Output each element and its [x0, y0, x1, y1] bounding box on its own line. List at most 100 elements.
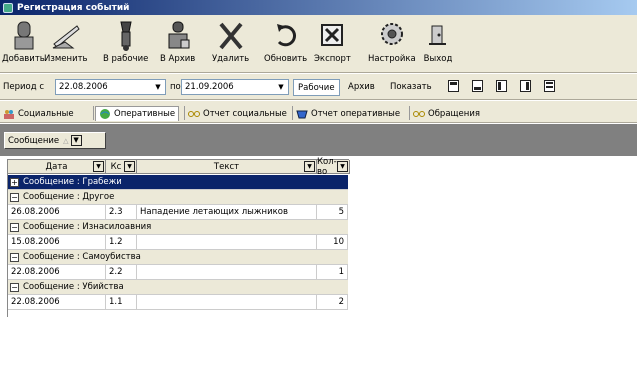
delete-icon	[216, 19, 246, 53]
chevron-down-icon[interactable]: ▼	[124, 161, 135, 172]
cell-ks: 2.2	[106, 265, 137, 280]
to-work-label: В рабочие	[103, 54, 149, 64]
cell-text	[137, 235, 317, 250]
group-row-murder[interactable]: − Сообщение : Убийства	[8, 280, 348, 295]
shield-icon	[296, 109, 308, 119]
people-icon	[3, 109, 15, 119]
cell-date: 26.08.2006	[8, 205, 106, 220]
archive-button[interactable]: В Архив	[160, 19, 195, 64]
column-header-text[interactable]: Текст ▼	[137, 160, 317, 174]
chevron-down-icon[interactable]: ▼	[337, 161, 348, 172]
expand-icon[interactable]: +	[10, 177, 19, 187]
chevron-down-icon[interactable]: ▼	[152, 81, 164, 93]
tab-social-report-label: Отчет социальные	[203, 108, 287, 119]
cell-ks: 1.1	[106, 295, 137, 310]
cell-text: Нападение летающих лыжников	[137, 205, 317, 220]
working-filter-button[interactable]: Рабочие	[293, 79, 340, 96]
tab-social-report[interactable]: Отчет социальные	[188, 106, 287, 121]
group-row-other[interactable]: − Сообщение : Другое	[8, 190, 348, 205]
exit-button[interactable]: Выход	[423, 19, 453, 64]
period-from-date[interactable]: 22.08.2006 ▼	[55, 79, 166, 95]
export-label: Экспорт	[314, 54, 351, 64]
window-titlebar: Регистрация событий	[0, 0, 637, 15]
chevron-down-icon[interactable]: ▼	[70, 135, 82, 146]
tab-appeals[interactable]: Обращения	[413, 106, 480, 121]
collapse-icon[interactable]: −	[10, 222, 19, 232]
archive-icon	[163, 19, 193, 53]
globe-icon	[99, 109, 111, 119]
layout-top-icon[interactable]	[448, 80, 459, 92]
cell-ks: 1.2	[106, 235, 137, 250]
layout-right-icon[interactable]	[520, 80, 531, 92]
refresh-label: Обновить	[264, 54, 308, 64]
app-icon	[3, 2, 13, 13]
events-grid: Дата ▼ Кс ▼ Текст ▼ Кол-во ▼ + Сообщение…	[7, 157, 350, 317]
edit-button[interactable]: Изменить	[44, 19, 88, 64]
show-label: Показать	[390, 82, 432, 92]
layout-full-icon[interactable]	[544, 80, 555, 92]
group-row-robbery[interactable]: + Сообщение : Грабежи	[8, 175, 348, 190]
collapse-icon[interactable]: −	[10, 252, 19, 262]
column-header-date-label: Дата	[45, 161, 68, 172]
layout-bottom-icon[interactable]	[472, 80, 483, 92]
add-button[interactable]: Добавить	[2, 19, 45, 64]
table-row[interactable]: 22.08.2006 2.2 1	[8, 265, 348, 280]
layout-left-icon[interactable]	[496, 80, 507, 92]
sort-ascending-icon: △	[63, 136, 69, 145]
tab-social[interactable]: Социальные	[3, 106, 74, 121]
column-header-date[interactable]: Дата ▼	[8, 160, 106, 174]
cell-date: 22.08.2006	[8, 295, 106, 310]
cell-ks: 2.3	[106, 205, 137, 220]
refresh-button[interactable]: Обновить	[264, 19, 307, 64]
group-row-label: Сообщение : Самоубиства	[23, 252, 141, 262]
tab-divider	[93, 106, 94, 120]
table-row[interactable]: 26.08.2006 2.3 Нападение летающих лыжник…	[8, 205, 348, 220]
table-row[interactable]: 15.08.2006 1.2 10	[8, 235, 348, 250]
settings-button[interactable]: Настройка	[368, 19, 416, 64]
group-row-suicide[interactable]: − Сообщение : Самоубиства	[8, 250, 348, 265]
collapse-icon[interactable]: −	[10, 282, 19, 292]
group-row-rape[interactable]: − Сообщение : Изнасилоавния	[8, 220, 348, 235]
settings-icon	[377, 19, 407, 53]
delete-label: Удалить	[212, 54, 250, 64]
chevron-down-icon[interactable]: ▼	[275, 81, 287, 93]
export-button[interactable]: Экспорт	[314, 19, 351, 64]
group-by-field: Сообщение	[8, 135, 60, 146]
collapse-icon[interactable]: −	[10, 192, 19, 202]
export-icon	[317, 19, 347, 53]
archive-label: В Архив	[160, 54, 196, 64]
window-title: Регистрация событий	[17, 2, 130, 13]
tab-operational-label: Оперативные	[114, 109, 176, 119]
cell-count: 5	[317, 205, 348, 220]
cell-text	[137, 265, 317, 280]
archive-filter-button[interactable]: Архив	[344, 79, 379, 96]
column-header-ks-label: Кс	[110, 161, 122, 172]
delete-button[interactable]: Удалить	[212, 19, 249, 64]
period-to-date[interactable]: 21.09.2006 ▼	[181, 79, 289, 95]
tab-operational-report[interactable]: Отчет оперативные	[296, 106, 400, 121]
cell-count: 10	[317, 235, 348, 250]
table-row[interactable]: 22.08.2006 1.1 2	[8, 295, 348, 310]
edit-icon	[51, 19, 81, 53]
tab-social-label: Социальные	[18, 108, 74, 119]
to-work-button[interactable]: В рабочие	[103, 19, 148, 64]
edit-label: Изменить	[44, 54, 88, 64]
chevron-down-icon[interactable]: ▼	[93, 161, 104, 172]
column-header-ks[interactable]: Кс ▼	[106, 160, 137, 174]
tab-divider	[409, 106, 410, 120]
column-header-count[interactable]: Кол-во ▼	[317, 157, 350, 177]
period-from-value: 22.08.2006	[59, 82, 108, 92]
group-by-area: Сообщение △ ▼	[0, 124, 637, 156]
column-header-text-label: Текст	[213, 161, 240, 172]
group-row-label: Сообщение : Убийства	[23, 282, 124, 292]
group-by-chip[interactable]: Сообщение △ ▼	[4, 132, 106, 149]
exit-icon	[423, 19, 453, 53]
exit-label: Выход	[423, 54, 453, 64]
tab-operational[interactable]: Оперативные	[95, 106, 180, 121]
cell-count: 2	[317, 295, 348, 310]
period-to-value: 21.09.2006	[185, 82, 234, 92]
group-row-label: Сообщение : Изнасилоавния	[23, 222, 152, 232]
settings-label: Настройка	[368, 54, 416, 64]
chevron-down-icon[interactable]: ▼	[304, 161, 315, 172]
group-row-label: Сообщение : Другое	[23, 192, 115, 202]
